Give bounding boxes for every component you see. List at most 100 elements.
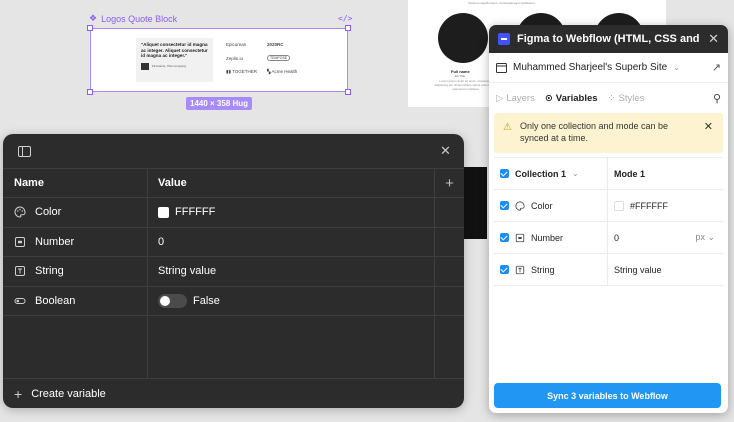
figma-to-webflow-plugin: Figma to Webflow (HTML, CSS and ... ✕ Mu… <box>489 25 728 413</box>
filter-icon[interactable]: ⚲ <box>713 92 721 105</box>
number-icon <box>515 233 525 242</box>
unit-dropdown[interactable]: px ⌄ <box>695 232 715 243</box>
variable-value: String value <box>158 265 217 278</box>
logo: 2020RC <box>267 42 284 47</box>
variable-row-boolean[interactable]: Boolean False <box>3 286 464 316</box>
logo: ▮▮ TOGETHER <box>226 69 258 74</box>
mode-label: Mode 1 <box>614 168 646 179</box>
code-icon[interactable]: </> <box>338 14 352 23</box>
variable-value: String value <box>614 264 662 275</box>
plugin-row-string[interactable]: String String value <box>494 254 723 286</box>
boolean-value-cell[interactable]: False <box>148 286 435 315</box>
webflow-logo-icon <box>498 33 510 45</box>
author-name: Firstname, Title Company <box>152 63 187 68</box>
frame-label-text: Logos Quote Block <box>101 13 178 24</box>
number-icon <box>15 236 25 247</box>
logos-quote-frame[interactable]: "Aliquet consectetur id magna ac integer… <box>87 25 351 95</box>
variable-name: Color <box>35 206 62 219</box>
plugin-tabs: ▷ Layers ⊙ Variables ⁘ Styles ⚲ <box>489 83 728 113</box>
palette-icon <box>515 200 525 211</box>
canvas-image <box>463 167 487 239</box>
text-icon <box>15 266 25 277</box>
tab-variables[interactable]: ⊙ Variables <box>545 93 598 104</box>
string-value-cell[interactable]: String value <box>148 257 435 286</box>
chevron-down-icon: ⌄ <box>673 63 680 72</box>
resize-handle[interactable] <box>345 25 351 31</box>
variable-value: False <box>193 294 220 307</box>
panel-header: ✕ <box>3 134 464 169</box>
create-variable-label: Create variable <box>31 387 106 400</box>
logo: ▚ Acme Health <box>267 69 298 74</box>
color-value-cell[interactable]: FFFFFF <box>148 198 435 227</box>
empty-rows <box>3 315 464 378</box>
add-mode-button[interactable]: + <box>435 169 464 197</box>
quote-author: Firstname, Title Company <box>141 63 208 71</box>
boolean-toggle[interactable] <box>158 293 187 308</box>
table-header: Name Value + <box>3 169 464 198</box>
plus-icon: + <box>14 385 23 402</box>
palette-icon <box>14 206 26 218</box>
local-variables-panel: ✕ Name Value + Color FFFFFF Number 0 Str… <box>3 134 464 408</box>
external-link-icon[interactable]: ↗ <box>712 61 721 74</box>
variable-value: #FFFFFF <box>630 200 668 211</box>
frame-label[interactable]: ❖ Logos Quote Block <box>89 13 177 24</box>
tab-styles[interactable]: ⁘ Styles <box>608 93 645 104</box>
sidebar-toggle-icon[interactable] <box>18 146 31 157</box>
variable-value: FFFFFF <box>175 206 216 219</box>
profile-title: Job Title <box>454 74 466 78</box>
variable-name: Number <box>35 235 75 248</box>
variable-value: 0 <box>614 232 620 243</box>
site-name: Muhammed Sharjeel's Superb Site <box>513 62 668 73</box>
text-icon <box>515 265 525 274</box>
name-column-header: Name <box>3 169 148 197</box>
value-column-header: Value <box>148 169 435 197</box>
profile-tagline: Vivamus sagittis lacus, consequat eget v… <box>468 1 535 5</box>
layers-icon: ▷ <box>496 92 504 104</box>
quote-card: "Aliquet consectetur id magna ac integer… <box>136 38 213 82</box>
resize-handle[interactable] <box>87 89 93 95</box>
color-swatch[interactable] <box>158 206 169 218</box>
dismiss-icon[interactable]: ✕ <box>704 120 713 134</box>
size-badge: 1440 × 358 Hug <box>186 97 253 110</box>
plugin-titlebar: Figma to Webflow (HTML, CSS and ... ✕ <box>489 25 728 53</box>
profile-photo <box>438 13 488 63</box>
resize-handle[interactable] <box>87 25 93 31</box>
component-icon: ❖ <box>89 13 98 23</box>
browser-icon <box>496 62 507 73</box>
site-selector[interactable]: Muhammed Sharjeel's Superb Site ⌄ ↗ <box>489 53 728 83</box>
notice-text: Only one collection and mode can be sync… <box>519 121 669 143</box>
collection-header-row: Collection 1 ⌄ Mode 1 <box>494 158 723 190</box>
collection-checkbox[interactable] <box>500 169 509 178</box>
sync-notice: ⚠ Only one collection and mode can be sy… <box>494 113 723 153</box>
toggle-icon <box>14 297 26 304</box>
variable-name: String <box>35 265 64 278</box>
tab-layers[interactable]: ▷ Layers <box>496 93 535 104</box>
variable-checkbox[interactable] <box>500 265 509 274</box>
variable-checkbox[interactable] <box>500 233 509 242</box>
plugin-row-number[interactable]: Number 0 px ⌄ <box>494 222 723 254</box>
styles-icon: ⁘ <box>607 92 616 104</box>
number-value-cell[interactable]: 0 <box>148 227 435 256</box>
color-swatch <box>614 200 624 211</box>
sync-button[interactable]: Sync 3 variables to Webflow <box>494 383 721 408</box>
variables-icon: ⊙ <box>544 92 553 104</box>
create-variable-button[interactable]: + Create variable <box>3 378 464 408</box>
plugin-row-color[interactable]: Color #FFFFFF <box>494 190 723 222</box>
author-avatar <box>141 63 149 71</box>
variable-checkbox[interactable] <box>500 201 509 210</box>
variable-value: 0 <box>158 235 165 248</box>
logo: Zeplin.io <box>226 56 244 61</box>
close-icon[interactable]: ✕ <box>708 31 719 47</box>
variable-row-number[interactable]: Number 0 <box>3 227 464 257</box>
variable-row-color[interactable]: Color FFFFFF <box>3 198 464 228</box>
quote-text: "Aliquet consectetur id magna ac integer… <box>141 42 208 59</box>
logo: TEMPOSE <box>267 55 291 61</box>
plugin-title: Figma to Webflow (HTML, CSS and ... <box>517 33 702 45</box>
chevron-down-icon: ⌄ <box>572 169 579 178</box>
resize-handle[interactable] <box>345 89 351 95</box>
plugin-variables-table: Collection 1 ⌄ Mode 1 Color #FFFFFF Numb… <box>494 157 723 286</box>
close-icon[interactable]: ✕ <box>440 143 451 159</box>
variable-row-string[interactable]: String String value <box>3 257 464 287</box>
collection-dropdown[interactable]: Collection 1 <box>515 169 566 179</box>
variable-name: Boolean <box>35 294 76 307</box>
